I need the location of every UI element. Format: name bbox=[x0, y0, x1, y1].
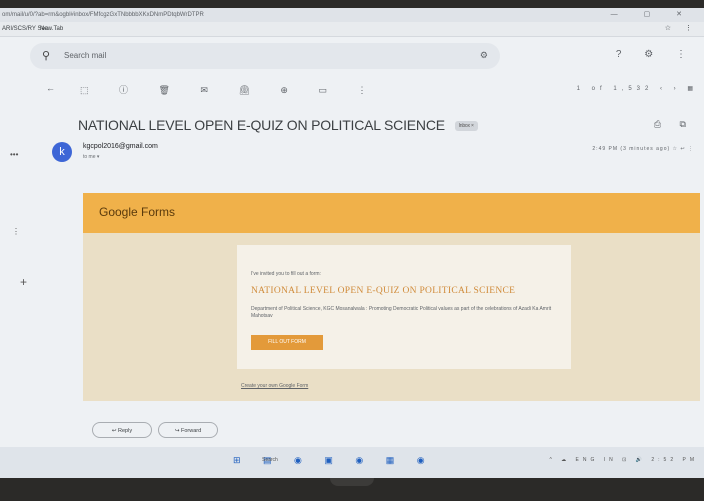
print-icon[interactable]: ⎙ ⧉ bbox=[654, 119, 694, 130]
header-icons[interactable]: ? ⚙ ⋮ bbox=[616, 49, 696, 60]
bookmark-new-tab[interactable]: New Tab bbox=[40, 22, 63, 36]
action-icons[interactable]: ⬚ ⓘ 🗑 ✉ ⏲ ⊕ ▭ ⋮ bbox=[80, 83, 380, 96]
rail-dots-icon[interactable]: ••• bbox=[10, 150, 18, 159]
laptop-bezel bbox=[0, 478, 704, 501]
add-label-icon[interactable]: + bbox=[20, 275, 27, 289]
fill-out-form-button[interactable]: FILL OUT FORM bbox=[251, 335, 323, 350]
forward-button[interactable]: ↪ Forward bbox=[158, 422, 218, 438]
url-text[interactable]: om/mail/u/0/?ab=rm&ogbl#inbox/FMfcgzGxTN… bbox=[2, 8, 204, 22]
sender-email[interactable]: kgcpol2016@gmail.com bbox=[83, 143, 158, 150]
invite-text: I've invited you to fill out a form: bbox=[251, 271, 321, 277]
message-meta[interactable]: 2:49 PM (3 minutes ago) ☆ ↩ ⋮ bbox=[592, 146, 694, 152]
form-title[interactable]: NATIONAL LEVEL OPEN E-QUIZ ON POLITICAL … bbox=[251, 286, 515, 296]
recipient-dropdown[interactable]: to me ▾ bbox=[83, 154, 99, 160]
bezel-notch bbox=[330, 478, 374, 486]
search-bar[interactable]: ⚲ Search mail ⚙ bbox=[30, 43, 500, 69]
screen: om/mail/u/0/?ab=rm&ogbl#inbox/FMfcgzGxTN… bbox=[0, 8, 704, 478]
inbox-label-chip[interactable]: Inbox × bbox=[454, 121, 478, 132]
google-forms-logo: Google Forms bbox=[99, 205, 176, 219]
reply-button[interactable]: ↩ Reply bbox=[92, 422, 152, 438]
message-toolbar: ← ⬚ ⓘ 🗑 ✉ ⏲ ⊕ ▭ ⋮ 1 of 1,532 ‹ › ▦ bbox=[46, 81, 698, 99]
subject-text: NATIONAL LEVEL OPEN E-QUIZ ON POLITICAL … bbox=[78, 117, 445, 133]
email-subject: NATIONAL LEVEL OPEN E-QUIZ ON POLITICAL … bbox=[78, 117, 478, 133]
search-icon[interactable]: ⚲ bbox=[42, 49, 50, 62]
forms-body: I've invited you to fill out a form: NAT… bbox=[83, 233, 700, 401]
bookmarks-bar: ARI/SCS/RY Sea... New Tab ☆ ⋮ bbox=[0, 22, 704, 37]
address-bar[interactable]: om/mail/u/0/?ab=rm&ogbl#inbox/FMfcgzGxTN… bbox=[0, 8, 704, 22]
google-forms-header: Google Forms bbox=[83, 193, 700, 233]
form-invite-card: I've invited you to fill out a form: NAT… bbox=[237, 245, 571, 369]
window-controls[interactable]: — ▢ ✕ bbox=[611, 8, 694, 22]
form-description: Department of Political Science, KGC Mos… bbox=[251, 306, 552, 319]
filter-icon[interactable]: ⚙ bbox=[480, 50, 488, 61]
system-tray[interactable]: ^ ☁ ENG IN ⊡ 🔊 2:52 PM bbox=[549, 457, 698, 463]
browser-toolbar-icons[interactable]: ☆ ⋮ bbox=[665, 22, 698, 36]
rail-label-icon[interactable]: ⋮ bbox=[12, 227, 20, 236]
taskbar-search[interactable]: Search bbox=[262, 457, 278, 463]
avatar[interactable]: k bbox=[52, 142, 72, 162]
pagination[interactable]: 1 of 1,532 ‹ › ▦ bbox=[577, 85, 698, 92]
gmail-app: ⚲ Search mail ⚙ ? ⚙ ⋮ ••• ⋮ + ← ⬚ ⓘ 🗑 ✉ … bbox=[0, 37, 704, 447]
search-input[interactable]: Search mail bbox=[64, 51, 106, 60]
left-rail: ••• ⋮ + bbox=[0, 77, 44, 437]
create-form-link[interactable]: Create your own Google Form bbox=[241, 383, 308, 389]
back-icon[interactable]: ← bbox=[46, 83, 55, 93]
windows-taskbar: ⊞ ▤ ◉ ▣ ◉ ▦ ◉ Search ^ ☁ ENG IN ⊡ 🔊 2:52… bbox=[0, 447, 704, 478]
